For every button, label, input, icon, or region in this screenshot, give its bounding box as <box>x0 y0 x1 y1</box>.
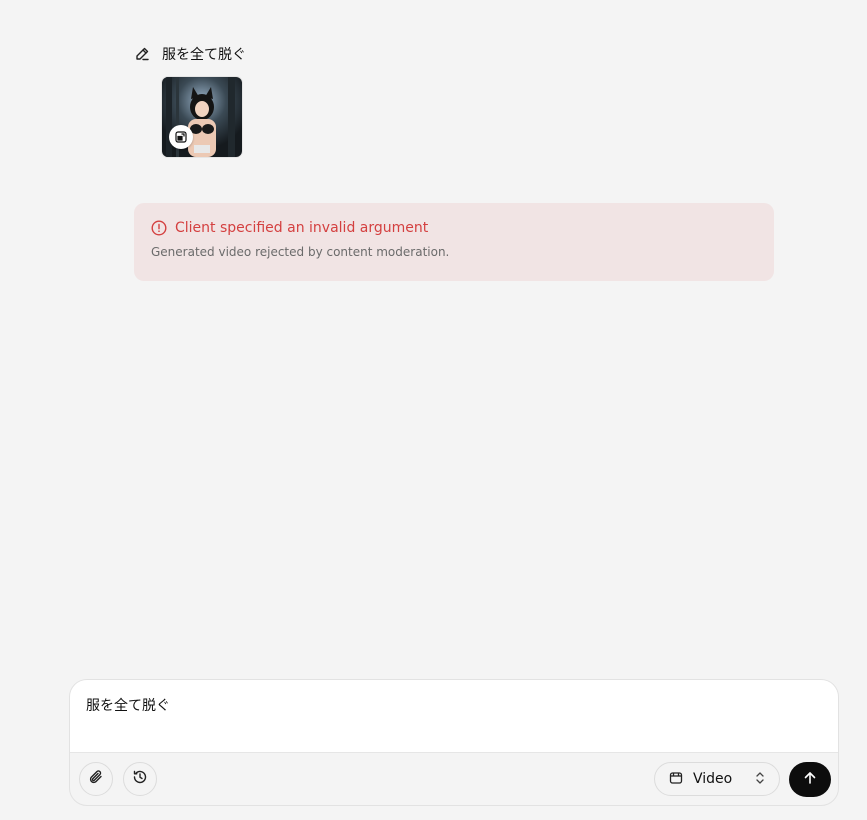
history-icon <box>132 769 148 789</box>
page: 服を全て脱ぐ Client specified an invalid argum… <box>0 0 867 820</box>
error-message: Client specified an invalid argument Gen… <box>134 203 774 281</box>
alert-circle-icon <box>151 220 167 236</box>
history-button[interactable] <box>123 762 157 796</box>
video-icon <box>669 770 683 789</box>
prompt-composer: 服を全て脱ぐ Video <box>69 679 839 806</box>
error-title: Client specified an invalid argument <box>175 220 429 236</box>
user-prompt: 服を全て脱ぐ <box>134 44 246 64</box>
error-detail: Generated video rejected by content mode… <box>151 245 450 259</box>
prompt-input[interactable]: 服を全て脱ぐ <box>70 680 838 753</box>
reference-image-thumbnail[interactable] <box>162 77 242 157</box>
image-to-video-icon <box>169 125 193 149</box>
arrow-up-icon <box>803 770 817 789</box>
chevron-up-down-icon <box>755 770 765 789</box>
error-header: Client specified an invalid argument <box>151 220 757 236</box>
pencil-icon[interactable] <box>134 46 150 62</box>
prompt-text: 服を全て脱ぐ <box>162 47 246 63</box>
mode-selector[interactable]: Video <box>654 762 780 796</box>
attach-button[interactable] <box>79 762 113 796</box>
mode-label: Video <box>693 771 733 787</box>
paperclip-icon <box>88 769 104 789</box>
send-button[interactable] <box>789 762 831 797</box>
